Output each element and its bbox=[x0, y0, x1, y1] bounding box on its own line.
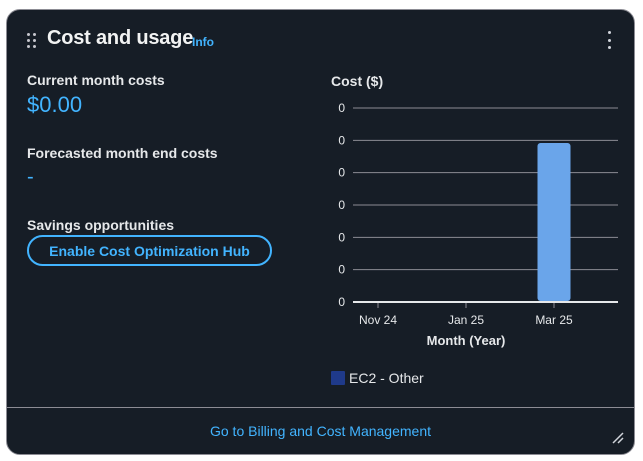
chart-legend: EC2 - Other bbox=[331, 370, 424, 386]
resize-handle-icon[interactable] bbox=[612, 432, 624, 444]
legend-label[interactable]: EC2 - Other bbox=[349, 370, 424, 386]
bar-ec2-other bbox=[537, 143, 571, 301]
info-link[interactable]: Info bbox=[192, 35, 214, 49]
forecasted-costs-label: Forecasted month end costs bbox=[27, 145, 218, 161]
billing-link[interactable]: Go to Billing and Cost Management bbox=[7, 423, 634, 439]
y-tick-label: 0 bbox=[338, 101, 345, 115]
current-month-costs-label: Current month costs bbox=[27, 72, 165, 88]
y-tick-label: 0 bbox=[338, 263, 345, 277]
chart-title: Cost ($) bbox=[331, 73, 384, 89]
enable-cost-optimization-hub-button[interactable]: Enable Cost Optimization Hub bbox=[27, 235, 272, 266]
cost-bar-chart: 0 0 0 0 0 0 0 Nov 24 Jan 25 Mar 25 Month (Year) bbox=[338, 101, 618, 348]
x-tick-label: Mar 25 bbox=[535, 313, 573, 327]
drag-handle-icon[interactable] bbox=[27, 33, 37, 49]
y-tick-label: 0 bbox=[338, 198, 345, 212]
footer-divider bbox=[7, 407, 634, 408]
x-tick-label: Jan 25 bbox=[448, 313, 484, 327]
legend-swatch bbox=[331, 371, 345, 385]
current-month-costs-value[interactable]: $0.00 bbox=[27, 92, 82, 118]
x-tick-label: Nov 24 bbox=[359, 313, 397, 327]
savings-opportunities-label: Savings opportunities bbox=[27, 217, 175, 233]
widget-title: Cost and usage bbox=[47, 27, 194, 49]
cost-and-usage-widget: Cost and usage Info Current month costs … bbox=[6, 9, 635, 455]
forecasted-costs-value: - bbox=[27, 166, 34, 188]
y-tick-label: 0 bbox=[338, 166, 345, 180]
more-vertical-icon[interactable] bbox=[606, 31, 612, 49]
y-tick-label: 0 bbox=[338, 295, 345, 309]
y-tick-label: 0 bbox=[338, 133, 345, 147]
x-axis-title: Month (Year) bbox=[427, 333, 506, 348]
y-tick-label: 0 bbox=[338, 230, 345, 244]
